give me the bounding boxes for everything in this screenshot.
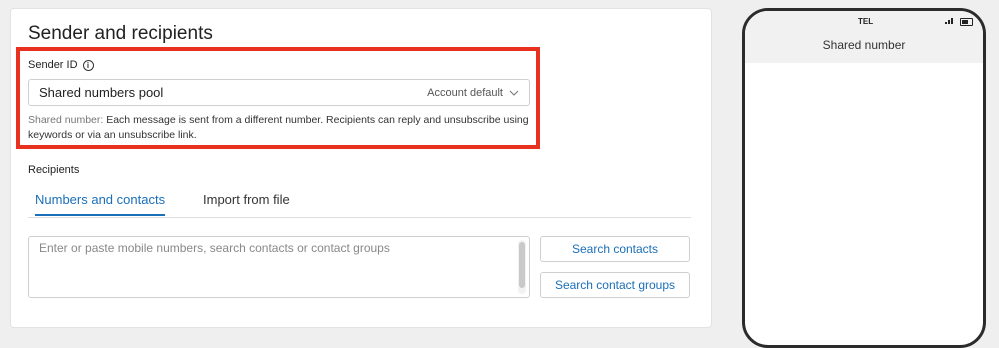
search-contacts-button[interactable]: Search contacts [540, 236, 690, 262]
scrollbar-thumb[interactable] [519, 242, 525, 288]
account-default-tag: Account default [427, 86, 503, 99]
search-contact-groups-button[interactable]: Search contact groups [540, 272, 690, 298]
carrier-label: TEL [858, 17, 874, 26]
phone-preview: TEL Shared number [742, 8, 986, 348]
battery-icon [960, 18, 973, 26]
sender-id-select[interactable]: Shared numbers pool Account default [28, 79, 530, 106]
numbers-input-placeholder: Enter or paste mobile numbers, search co… [39, 241, 390, 255]
sender-id-label-row: Sender ID i [28, 59, 94, 71]
sender-id-select-value: Shared numbers pool [39, 85, 164, 100]
sender-id-label: Sender ID [28, 59, 78, 71]
chevron-down-icon [509, 90, 519, 96]
help-body: Each message is sent from a different nu… [28, 114, 529, 141]
sender-help-text: Shared number: Each message is sent from… [28, 113, 533, 143]
signal-icon [945, 18, 953, 24]
tab-import-from-file[interactable]: Import from file [203, 192, 290, 215]
phone-header: TEL Shared number [745, 11, 983, 63]
phone-title: Shared number [822, 38, 906, 52]
sender-recipients-card: Sender and recipients Sender ID i Shared… [10, 8, 712, 328]
numbers-input[interactable]: Enter or paste mobile numbers, search co… [28, 236, 530, 298]
section-title: Sender and recipients [28, 23, 213, 44]
sender-id-select-right: Account default [427, 87, 519, 99]
recipients-label: Recipients [28, 164, 80, 176]
recipient-tabs: Numbers and contacts Import from file [28, 189, 691, 218]
help-prefix: Shared number: [28, 114, 104, 126]
info-icon[interactable]: i [82, 59, 94, 71]
tab-numbers-and-contacts[interactable]: Numbers and contacts [35, 192, 166, 216]
